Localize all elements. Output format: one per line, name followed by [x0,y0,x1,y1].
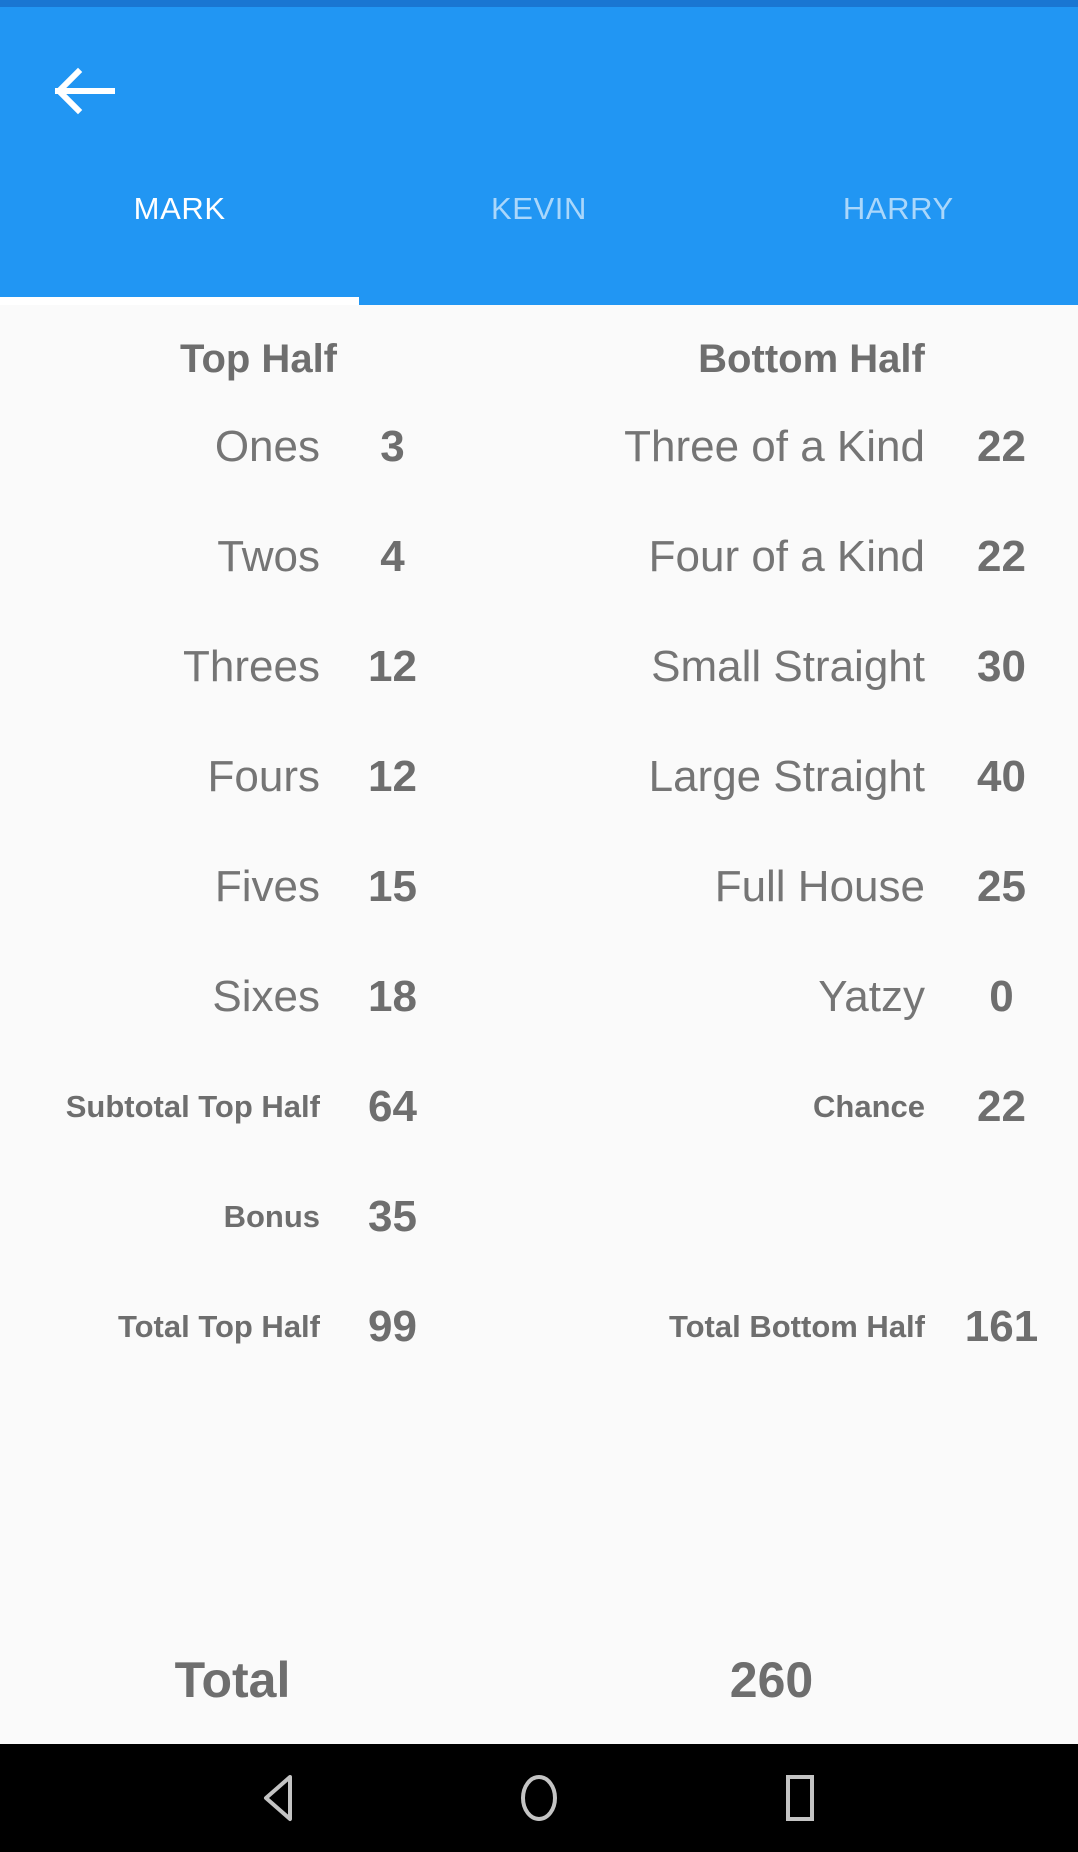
tab-kevin[interactable]: KEVIN [359,175,718,227]
app-root: MARK KEVIN HARRY Top Half Bottom Half On… [0,0,1078,1852]
bottom-half-value: 22 [977,1082,1026,1131]
bottom-half-label: Three of a Kind [624,422,925,471]
tab-bar: MARK KEVIN HARRY [0,175,1078,305]
nav-home-button[interactable] [491,1750,587,1846]
tab-mark[interactable]: MARK [0,175,359,227]
back-button[interactable] [46,52,124,130]
score-row: Bonus 35 [0,1162,1078,1272]
nav-recents-button[interactable] [750,1750,846,1846]
top-half-label: Threes [183,642,320,691]
top-half-value: 18 [368,972,417,1021]
score-rows: Ones 3 Three of a Kind 22 Twos 4 Four of a Kin… [0,392,1078,1616]
nav-back-button[interactable] [232,1750,328,1846]
top-half-label: Sixes [212,972,320,1021]
tab-label: HARRY [842,191,954,226]
nav-recents-icon [776,1772,820,1824]
top-half-value: 12 [368,642,417,691]
bottom-half-header: Bottom Half [698,337,925,381]
score-row: Subtotal Top Half 64 Chance 22 [0,1052,1078,1162]
top-half-value: 12 [368,752,417,801]
top-half-header: Top Half [179,337,337,381]
top-half-label: Subtotal Top Half [65,1089,320,1124]
bottom-half-value: 161 [964,1302,1039,1351]
top-half-value: 99 [368,1302,417,1351]
bottom-half-value: 40 [977,752,1026,801]
grand-total-label: Total [174,1652,291,1708]
grand-total-value: 260 [729,1652,814,1708]
bottom-half-value: 0 [989,972,1014,1021]
bottom-half-value: 25 [977,862,1026,911]
score-row: Ones 3 Three of a Kind 22 [0,392,1078,502]
app-bar: MARK KEVIN HARRY [0,7,1078,305]
bottom-half-label: Four of a Kind [648,532,925,581]
top-half-label: Total Top Half [117,1309,320,1344]
bottom-half-label: Small Straight [651,642,925,691]
top-half-value: 3 [380,422,405,471]
nav-back-icon [258,1773,302,1823]
arrow-left-icon [54,66,116,116]
top-half-label: Bonus [223,1199,320,1234]
scorecard-content: Top Half Bottom Half Ones 3 Three of a Kin… [0,305,1078,1744]
grand-total-row: Total 260 [0,1616,1078,1744]
score-row: Twos 4 Four of a Kind 22 [0,502,1078,612]
top-half-value: 35 [368,1192,417,1241]
score-row: Threes 12 Small Straight 30 [0,612,1078,722]
bottom-half-label: Yatzy [818,972,925,1021]
bottom-half-label: Chance [813,1089,925,1124]
top-half-value: 64 [368,1082,417,1131]
score-row: Fives 15 Full House 25 [0,832,1078,942]
score-row: Total Top Half 99 Total Bottom Half 161 [0,1272,1078,1382]
top-half-value: 4 [380,532,405,581]
top-half-label: Twos [217,532,320,581]
score-row: Sixes 18 Yatzy 0 [0,942,1078,1052]
section-headers: Top Half Bottom Half [0,319,1078,392]
tab-label: MARK [133,191,226,226]
tab-indicator [0,297,360,305]
tab-harry[interactable]: HARRY [719,175,1078,227]
bottom-half-label: Total Bottom Half [668,1309,925,1344]
status-bar [0,0,1078,7]
top-half-value: 15 [368,862,417,911]
bottom-half-label: Large Straight [648,752,925,801]
top-half-label: Ones [214,422,320,471]
bottom-half-value: 30 [977,642,1026,691]
top-half-label: Fours [207,752,320,801]
nav-home-icon [515,1772,563,1824]
android-nav-bar [0,1744,1078,1852]
score-row: Fours 12 Large Straight 40 [0,722,1078,832]
bottom-half-value: 22 [977,422,1026,471]
tab-label: KEVIN [490,191,587,226]
bottom-half-value: 22 [977,532,1026,581]
bottom-half-label: Full House [714,862,925,911]
app-bar-top [0,7,1078,175]
top-half-label: Fives [214,862,320,911]
